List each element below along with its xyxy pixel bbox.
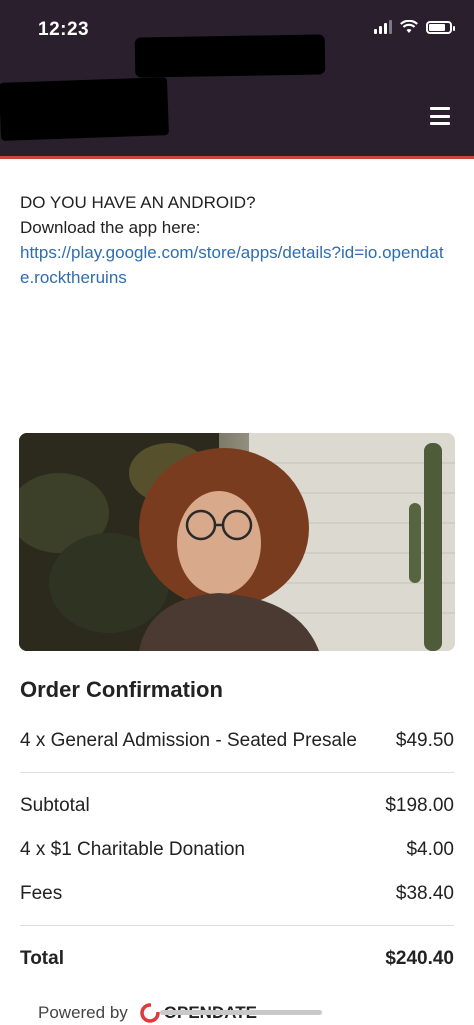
hamburger-menu-icon[interactable] (430, 107, 450, 125)
event-artist-photo (19, 433, 455, 651)
redacted-logo-area (0, 77, 169, 141)
fees-label: Fees (20, 883, 63, 904)
wifi-icon (400, 20, 418, 33)
powered-by-text: Powered by (38, 1003, 128, 1022)
subtotal-row: Subtotal $198.00 (20, 795, 454, 817)
cellular-signal-icon (374, 20, 392, 34)
ticket-line-item: 4 x General Admission - Seated Presale $… (20, 730, 454, 752)
divider (20, 925, 454, 926)
redacted-area (134, 34, 326, 78)
battery-icon (426, 20, 455, 34)
android-question: DO YOU HAVE AN ANDROID? (20, 193, 256, 212)
download-prompt: Download the app here: (20, 218, 201, 237)
play-store-link[interactable]: https://play.google.com/store/apps/detai… (20, 240, 454, 290)
donation-row: 4 x $1 Charitable Donation $4.00 (20, 839, 454, 861)
ticket-line-amount: $49.50 (395, 730, 454, 751)
divider (20, 772, 454, 773)
home-indicator (160, 1010, 322, 1015)
opendate-logo-icon (140, 1003, 160, 1023)
android-app-notice: DO YOU HAVE AN ANDROID? Download the app… (20, 190, 454, 290)
subtotal-label: Subtotal (20, 795, 90, 816)
app-header: 12:23 (0, 0, 474, 159)
fees-amount: $38.40 (395, 883, 454, 904)
total-label: Total (20, 948, 64, 969)
ticket-line-label: 4 x General Admission - Seated Presale (20, 730, 357, 751)
subtotal-amount: $198.00 (385, 795, 454, 816)
fees-row: Fees $38.40 (20, 883, 454, 905)
donation-label: 4 x $1 Charitable Donation (20, 839, 245, 860)
donation-amount: $4.00 (406, 839, 454, 860)
status-time: 12:23 (38, 19, 90, 40)
total-row: Total $240.40 (20, 948, 454, 970)
status-icons (374, 20, 455, 34)
total-amount: $240.40 (385, 948, 454, 969)
order-confirmation-title: Order Confirmation (20, 677, 223, 702)
